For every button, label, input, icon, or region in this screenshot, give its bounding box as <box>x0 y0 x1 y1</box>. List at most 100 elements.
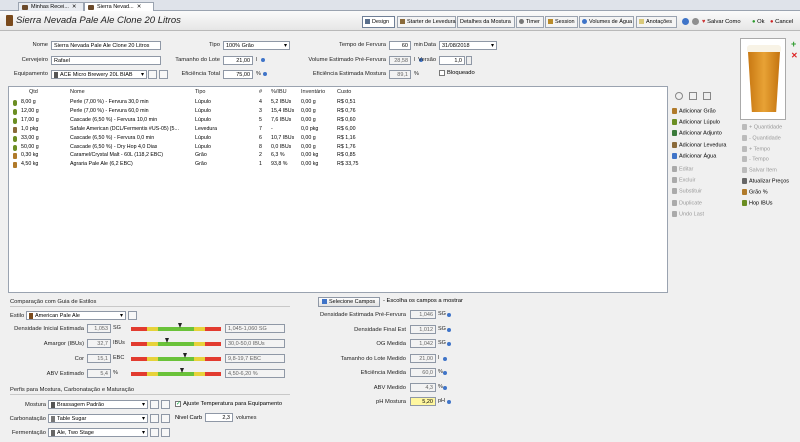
cell-qty: 50,00 g <box>21 143 39 150</box>
select-fields-button[interactable]: Selecione Campos <box>318 297 380 307</box>
fermentation-profile-select[interactable]: Ale, Two Stage <box>48 428 148 437</box>
tab-sierra-nevada[interactable]: Sierra Nevad... ✕ <box>84 2 154 11</box>
table-row[interactable]: 17,00 g Cascade (6,50 %) - Fervura 10,0 m… <box>9 117 667 125</box>
paste-icon[interactable] <box>703 92 711 100</box>
info-icon[interactable] <box>447 313 451 317</box>
divider <box>10 394 290 395</box>
info-icon[interactable] <box>443 356 447 361</box>
table-row[interactable]: 12,00 g Perle (7,00 %) - Fervura 60,0 min… <box>9 108 667 116</box>
grain-icon <box>13 162 17 169</box>
timer-button[interactable]: Timer <box>516 16 544 28</box>
fields-icon <box>322 299 327 305</box>
brewer-field[interactable]: Rafael <box>51 56 161 65</box>
hop-icon <box>13 117 17 124</box>
cancel-button[interactable]: ● Cancel <box>770 19 793 25</box>
equipment-label: Equipamento <box>13 71 48 77</box>
settings-gear-icon[interactable] <box>692 18 699 25</box>
table-row[interactable]: 1,0 pkg Safale American (DCL/Fermentis #U… <box>9 126 667 134</box>
column-header[interactable]: %/IBU <box>271 89 287 95</box>
tab-my-recipes[interactable]: Minhas Recei... ✕ <box>18 2 84 11</box>
yeast-starter-button[interactable]: Starter de Levedura <box>397 16 456 28</box>
edit-style-button[interactable] <box>128 311 137 320</box>
close-icon[interactable]: ✕ <box>72 4 77 10</box>
adjust-action[interactable]: Hop IBUs <box>742 199 773 206</box>
add-carbonation-button[interactable] <box>161 414 170 423</box>
water-volumes-button[interactable]: Volumes de Água <box>579 16 634 28</box>
cell-inv: 0,00 kg <box>301 161 319 168</box>
action-label: Salvar Item <box>749 167 777 174</box>
action-hop[interactable]: Adicionar Lúpulo <box>672 119 720 126</box>
table-row[interactable]: 50,00 g Cascade (6,50 %) - Dry Hop 4,0 Di… <box>9 144 667 152</box>
info-icon[interactable] <box>261 58 265 62</box>
action-grain[interactable]: Adicionar Grão <box>672 108 716 114</box>
info-icon[interactable] <box>443 371 447 375</box>
equipment-select[interactable]: ACE Micro Brewery 20L BIAB <box>51 70 147 79</box>
table-row[interactable]: 33,00 g Cascade (6,50 %) - Fervura 0,0 mi… <box>9 135 667 143</box>
column-header[interactable]: Custo <box>337 89 351 95</box>
cell-cost: R$ 0,51 <box>337 99 356 105</box>
adjust-action[interactable]: Grão % <box>742 188 768 195</box>
help-icon[interactable] <box>682 18 689 25</box>
style-select[interactable]: American Pale Ale <box>26 311 126 320</box>
info-icon[interactable] <box>443 385 447 390</box>
carbonation-profile-select[interactable]: Table Sugar <box>48 414 148 423</box>
ok-button[interactable]: ● Ok <box>752 19 765 25</box>
scissors-icon[interactable] <box>675 92 683 100</box>
ingredients-table: Qtd Nome Tipo # %/IBU Inventário Custo 8… <box>8 86 668 293</box>
notes-button[interactable]: Anotações <box>636 16 677 28</box>
column-header[interactable]: Qtd <box>29 89 38 95</box>
edit-mash-button[interactable] <box>150 400 159 409</box>
cell-num: 8 <box>259 143 262 150</box>
table-row[interactable]: 8,00 g Perle (7,00 %) - Fervura 30,0 min L… <box>9 99 667 107</box>
cell-num: 4 <box>259 99 262 105</box>
column-header[interactable]: Tipo <box>195 89 206 95</box>
mash-details-button[interactable]: Detalhes da Mostura <box>457 16 515 28</box>
info-icon[interactable] <box>447 342 451 346</box>
name-field[interactable]: Sierra Nevada Pale Ale Clone 20 Litros <box>51 41 161 50</box>
add-equipment-button[interactable] <box>159 70 168 79</box>
type-select[interactable]: 100% Grão <box>223 41 290 50</box>
table-row[interactable]: 4,50 kg Agraria Pale Ale (6,2 EBC) Grão 1 93… <box>9 161 667 169</box>
carb-level-field[interactable]: 2,3 <box>205 413 233 422</box>
efficiency-field[interactable]: 75,00 <box>223 70 253 79</box>
adjust-action[interactable]: Atualizar Preços <box>742 178 789 184</box>
add-mash-button[interactable] <box>161 400 170 409</box>
edit-fermentation-button[interactable] <box>150 428 159 437</box>
save-as-button[interactable]: ♥ Salvar Como <box>702 19 741 25</box>
batch-size-field[interactable]: 21,00 <box>223 56 253 65</box>
batch-size-label: Tamanho do Lote <box>175 57 220 63</box>
column-header[interactable]: Inventário <box>301 89 325 95</box>
column-header[interactable]: # <box>259 89 262 95</box>
action-water[interactable]: Adicionar Água <box>672 152 716 159</box>
table-row[interactable]: 0,30 kg Caramel/Crystal Malt - 60L (118,2… <box>9 152 667 160</box>
design-button[interactable]: Design <box>362 16 395 28</box>
mash-profile-select[interactable]: Brassagem Padrão <box>48 400 148 409</box>
close-icon[interactable]: ✕ <box>137 4 142 10</box>
edit-equipment-button[interactable] <box>148 70 157 79</box>
column-header[interactable]: Nome <box>70 89 85 95</box>
session-button[interactable]: Session <box>545 16 578 28</box>
cell-num: 5 <box>259 116 262 123</box>
edit-carbonation-button[interactable] <box>150 414 159 423</box>
remove-image-icon[interactable]: ✕ <box>791 51 798 60</box>
cancel-icon: ● <box>770 19 774 25</box>
field-label: Tamanho do Lote Medido <box>340 355 406 362</box>
style-metric-label: ABV Estimado <box>46 371 84 377</box>
info-icon[interactable] <box>263 72 267 76</box>
locked-checkbox[interactable] <box>439 70 445 76</box>
action-yeast[interactable]: Adicionar Levedura <box>672 141 726 148</box>
boil-time-field[interactable]: 60 <box>389 41 411 50</box>
version-spinner[interactable] <box>466 56 472 65</box>
date-picker[interactable]: 31/08/2018 <box>439 41 497 50</box>
action-label: Adicionar Adjunto <box>679 130 722 137</box>
add-fermentation-button[interactable] <box>161 428 170 437</box>
copy-icon[interactable] <box>689 92 697 100</box>
add-image-icon[interactable]: + <box>791 39 796 49</box>
adjust-temp-checkbox[interactable] <box>175 400 181 407</box>
action-adjunct[interactable]: Adicionar Adjunto <box>672 130 722 137</box>
style-value-marker <box>178 323 182 328</box>
version-field[interactable]: 1,0 <box>439 56 465 65</box>
info-icon[interactable] <box>447 327 451 332</box>
cell-cost: R$ 0,76 <box>337 107 356 114</box>
info-icon[interactable] <box>447 400 451 404</box>
